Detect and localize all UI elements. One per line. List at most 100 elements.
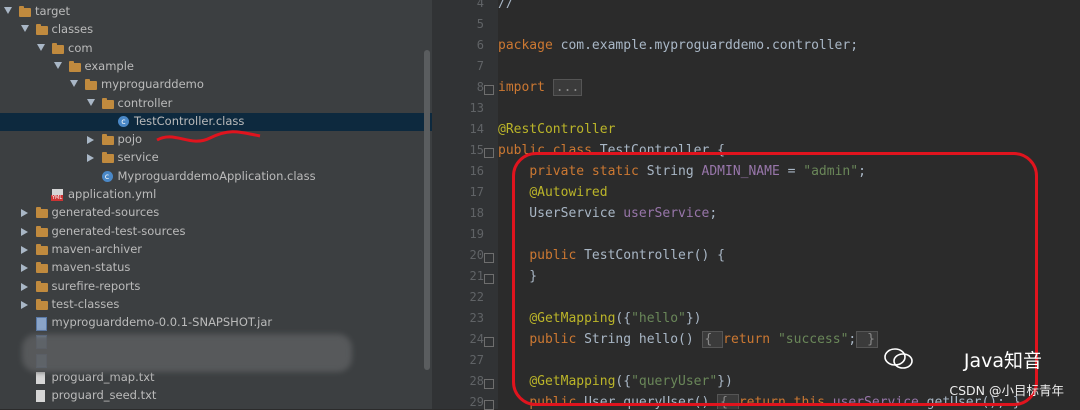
- class-file-icon: c: [118, 115, 129, 127]
- chevron-down-icon[interactable]: [4, 7, 12, 14]
- tree-item-label: myproguarddemo: [101, 77, 204, 92]
- folder-icon: [52, 42, 64, 54]
- tree-item[interactable]: maven-archiver: [0, 241, 432, 259]
- line-number: 21: [469, 269, 484, 283]
- tree-item-label: MyproguarddemoApplication.class: [117, 168, 316, 183]
- tree-item-label: surefire-reports: [51, 278, 141, 293]
- folder-icon: [101, 97, 114, 109]
- wechat-icon: [884, 348, 913, 369]
- tree-item-label: generated-test-sources: [51, 223, 186, 238]
- tree-item-label: maven-archiver: [51, 241, 143, 256]
- code-token: package: [498, 38, 561, 53]
- tree-item-label: example: [84, 58, 135, 73]
- tree-item-label: application.yml: [68, 187, 157, 201]
- tree-item-label: classes: [51, 22, 94, 37]
- jar-file-icon: [35, 317, 47, 332]
- fold-marker-icon[interactable]: [484, 274, 494, 284]
- chevron-right-icon[interactable]: [20, 264, 28, 273]
- line-number: 24: [469, 332, 484, 346]
- tree-item[interactable]: myproguarddemo-0.0.1-SNAPSHOT.jar: [0, 314, 432, 332]
- chevron-down-icon[interactable]: [53, 61, 62, 69]
- fold-marker-icon[interactable]: [484, 337, 494, 347]
- tree-item-label: generated-sources: [51, 205, 160, 220]
- chevron-right-icon[interactable]: [20, 300, 28, 309]
- redacted-area: [22, 334, 352, 372]
- tree-item[interactable]: test-classes: [0, 296, 432, 314]
- code-token: //: [498, 0, 514, 11]
- tree-item-label: com: [68, 40, 93, 55]
- tree-item-label: proguard_seed.txt: [51, 388, 157, 403]
- red-underline-annotation: [156, 130, 261, 143]
- tree-item[interactable]: example: [0, 58, 432, 76]
- tree-item[interactable]: target: [0, 3, 432, 21]
- fold-marker-icon[interactable]: [484, 253, 494, 263]
- chevron-right-icon[interactable]: [20, 245, 28, 254]
- tree-item[interactable]: service: [0, 149, 432, 167]
- line-number: 27: [469, 353, 484, 367]
- chevron-right-icon[interactable]: [86, 136, 94, 145]
- line-number: 8: [476, 80, 484, 94]
- tree-item[interactable]: maven-status: [0, 259, 432, 277]
- folder-icon: [35, 243, 48, 255]
- folded-code-block[interactable]: ...: [552, 79, 583, 96]
- chevron-right-icon[interactable]: [20, 282, 28, 291]
- chevron-down-icon[interactable]: [37, 43, 45, 51]
- folder-icon: [35, 298, 48, 310]
- tree-item[interactable]: c MyproguarddemoApplication.class: [0, 168, 432, 186]
- chevron-right-icon[interactable]: [20, 227, 28, 236]
- tree-item[interactable]: proguard_seed.txt: [0, 387, 432, 405]
- code-line: import ...: [498, 79, 583, 96]
- line-number: 19: [469, 227, 484, 241]
- watermark-brand: Java知音: [963, 350, 1042, 372]
- line-number: 22: [469, 290, 484, 304]
- chevron-right-icon[interactable]: [86, 154, 94, 163]
- tree-item-label: maven-status: [51, 260, 131, 275]
- folder-icon: [35, 280, 48, 292]
- tree-item[interactable]: classes: [0, 21, 432, 39]
- line-number: 4: [476, 0, 484, 10]
- folder-icon: [101, 152, 114, 164]
- tree-item-label: service: [117, 150, 159, 165]
- line-number: 18: [469, 206, 484, 220]
- folder-icon: [68, 60, 81, 72]
- tree-item-label: target: [35, 4, 70, 18]
- fold-marker-icon[interactable]: [484, 85, 494, 95]
- class-file-icon: c: [101, 170, 113, 182]
- tree-item[interactable]: com: [0, 40, 432, 58]
- code-token: com.example.myproguarddemo.controller;: [560, 38, 859, 53]
- watermark-csdn: CSDN @小目标青年: [949, 383, 1064, 398]
- chevron-down-icon[interactable]: [20, 25, 29, 33]
- fold-marker-icon[interactable]: [484, 148, 494, 158]
- tree-item[interactable]: surefire-reports: [0, 278, 432, 296]
- tree-item[interactable]: application.yml: [0, 186, 432, 204]
- tree-item-label: myproguarddemo-0.0.1-SNAPSHOT.jar: [51, 315, 273, 330]
- line-number: 23: [469, 311, 484, 325]
- code-line: @RestController: [498, 122, 615, 137]
- tree-item-label: proguard_map.txt: [51, 370, 155, 384]
- line-number: 16: [469, 164, 484, 178]
- text-file-icon: [35, 390, 45, 403]
- tree-item[interactable]: controller: [0, 95, 432, 113]
- line-number: 20: [469, 248, 484, 262]
- code-token: @RestController: [498, 122, 616, 137]
- code-line: //: [498, 0, 514, 11]
- line-number: 14: [469, 122, 484, 136]
- folder-icon: [35, 207, 48, 219]
- tree-item-label: controller: [117, 95, 173, 110]
- tree-item[interactable]: generated-test-sources: [0, 223, 432, 241]
- line-number: 29: [469, 395, 484, 409]
- text-file-icon: [35, 372, 45, 384]
- chevron-down-icon[interactable]: [86, 98, 95, 106]
- folder-icon: [101, 134, 114, 146]
- line-number: 5: [476, 17, 484, 31]
- code-token: import: [498, 80, 553, 95]
- line-number: 15: [469, 143, 484, 157]
- tree-item-label: TestController.class: [134, 113, 245, 128]
- chevron-right-icon[interactable]: [20, 209, 28, 218]
- chevron-down-icon[interactable]: [70, 80, 78, 88]
- tree-item[interactable]: generated-sources: [0, 204, 432, 222]
- tree-item[interactable]: myproguarddemo: [0, 76, 432, 94]
- tree-scrollbar[interactable]: [424, 50, 430, 370]
- line-number: 6: [476, 38, 484, 52]
- fold-marker-icon[interactable]: [484, 379, 494, 389]
